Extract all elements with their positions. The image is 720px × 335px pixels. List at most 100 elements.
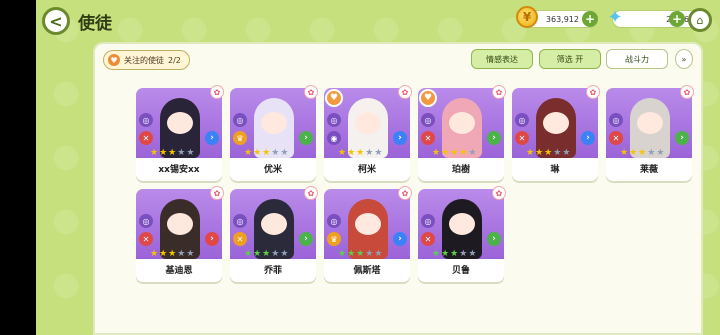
star-icon: ★: [647, 148, 656, 158]
star-icon: ★: [150, 148, 159, 158]
character-name: 优米: [263, 165, 282, 175]
follow-count: 2/2: [168, 55, 181, 65]
gift-icon: ✿: [210, 186, 224, 200]
character-name: 佩斯塔: [353, 266, 381, 276]
star-icon: ★: [432, 148, 441, 158]
gift-icon: ✿: [680, 85, 694, 99]
element-icon: ◎: [609, 113, 623, 127]
character-portrait: ◎ ✕ › ★ ★ ★ ★ ★: [418, 189, 504, 259]
character-face: [637, 112, 663, 134]
add-coin-button[interactable]: +: [582, 11, 598, 27]
character-face: [355, 112, 381, 134]
star-icon: ★: [244, 249, 253, 259]
star-icon: ★: [656, 148, 665, 158]
home-button[interactable]: ⌂: [688, 8, 712, 32]
character-name: 珀樹: [451, 165, 470, 175]
star-icon: ★: [441, 249, 450, 259]
star-rating: ★ ★ ★ ★ ★: [150, 249, 194, 259]
character-portrait: ◎ ✕ › ★ ★ ★ ★ ★: [512, 88, 598, 158]
character-card[interactable]: ◎ ✕ › ★ ★ ★ ★ ★ ✿ 莱薇: [606, 85, 694, 181]
star-icon: ★: [629, 148, 638, 158]
star-icon: ★: [177, 148, 186, 158]
character-name: 贝鲁: [451, 266, 470, 276]
followed-characters-toggle[interactable]: ♥ 关注的使徒 2/2: [103, 50, 190, 70]
star-rating: ★ ★ ★ ★ ★: [244, 148, 288, 158]
star-rating: ★ ★ ★ ★ ★: [432, 148, 476, 158]
star-icon: ★: [280, 249, 289, 259]
star-icon: ★: [620, 148, 629, 158]
sort-power-button[interactable]: 战斗力: [606, 49, 668, 69]
star-icon: ★: [262, 148, 271, 158]
character-portrait: ◎ ✕ › ★ ★ ★ ★ ★: [136, 88, 222, 158]
star-icon: ★: [271, 249, 280, 259]
filter-button[interactable]: 筛选 开: [539, 49, 601, 69]
character-card[interactable]: ◎ ♛ › ★ ★ ★ ★ ★ ✿ 佩斯塔: [324, 186, 412, 282]
character-face: [167, 213, 193, 235]
character-card[interactable]: ◎ ✕ › ★ ★ ★ ★ ★ ✿ ♥ 珀樹: [418, 85, 506, 181]
character-card[interactable]: ◎ ✕ › ★ ★ ★ ★ ★ ✿ 乔菲: [230, 186, 318, 282]
character-card[interactable]: ◎ ✕ › ★ ★ ★ ★ ★ ✿ 贝鲁: [418, 186, 506, 282]
star-icon: ★: [347, 148, 356, 158]
character-portrait: ◎ ✕ › ★ ★ ★ ★ ★: [136, 189, 222, 259]
page-title: 使徒: [78, 14, 112, 34]
character-name: 琳: [550, 165, 560, 175]
star-icon: ★: [450, 148, 459, 158]
character-card[interactable]: ◎ ✕ › ★ ★ ★ ★ ★ ✿ 基迪恩: [136, 186, 224, 282]
star-icon: ★: [347, 249, 356, 259]
star-rating: ★ ★ ★ ★ ★: [620, 148, 664, 158]
character-card[interactable]: ◎ ◉ › ★ ★ ★ ★ ★ ✿ ♥ 柯米: [324, 85, 412, 181]
character-face: [261, 112, 287, 134]
element-icon: ◎: [327, 113, 341, 127]
character-card[interactable]: ◎ ✕ › ★ ★ ★ ★ ★ ✿ xx锡安xx: [136, 85, 224, 181]
type-arrow-icon: ›: [675, 131, 689, 145]
coin-value: 363,912: [545, 14, 579, 24]
character-name: 基迪恩: [165, 266, 193, 276]
star-rating: ★ ★ ★ ★ ★: [526, 148, 570, 158]
element-icon: ◎: [421, 113, 435, 127]
star-icon: ★: [374, 249, 383, 259]
star-icon: ★: [338, 148, 347, 158]
add-gem-button[interactable]: +: [669, 11, 685, 27]
star-icon: ★: [535, 148, 544, 158]
element-icon: ◎: [233, 113, 247, 127]
character-face: [449, 213, 475, 235]
back-button[interactable]: <: [42, 7, 70, 35]
type-arrow-icon: ›: [205, 232, 219, 246]
character-card[interactable]: ◎ ✕ › ★ ★ ★ ★ ★ ✿ 琳: [512, 85, 600, 181]
plus-icon: +: [584, 12, 596, 26]
star-icon: ★: [553, 148, 562, 158]
class-icon: ♛: [327, 232, 341, 246]
game-screen: < 使徒 363,912 ¥ + 2,456 ✦ + ⌂ ♥ 关注的使徒 2/2…: [36, 0, 720, 335]
class-icon: ◉: [327, 131, 341, 145]
favorite-heart-icon: ♥: [419, 89, 437, 107]
character-face: [261, 213, 287, 235]
type-arrow-icon: ›: [581, 131, 595, 145]
class-icon: ✕: [609, 131, 623, 145]
gift-icon: ✿: [492, 186, 506, 200]
star-icon: ★: [186, 148, 195, 158]
emotion-button[interactable]: 情感表达: [471, 49, 533, 69]
character-face: [355, 213, 381, 235]
character-name: 乔菲: [263, 266, 282, 276]
sort-order-button[interactable]: »: [675, 49, 693, 69]
star-icon: ★: [441, 148, 450, 158]
character-portrait: ◎ ♛ › ★ ★ ★ ★ ★: [324, 189, 410, 259]
class-icon: ✕: [139, 232, 153, 246]
type-arrow-icon: ›: [393, 232, 407, 246]
star-icon: ★: [544, 148, 553, 158]
character-card[interactable]: ◎ ♛ › ★ ★ ★ ★ ★ ✿ 优米: [230, 85, 318, 181]
star-icon: ★: [365, 148, 374, 158]
element-icon: ◎: [139, 113, 153, 127]
star-icon: ★: [638, 148, 647, 158]
star-icon: ★: [459, 249, 468, 259]
character-name: 莱薇: [639, 165, 658, 175]
character-panel: ♥ 关注的使徒 2/2 情感表达 筛选 开 战斗力 » ◎ ✕ › ★ ★ ★ ★ ★ ✿ xx锡…: [93, 42, 703, 335]
star-icon: ★: [526, 148, 535, 158]
star-icon: ★: [468, 249, 477, 259]
class-icon: ✕: [139, 131, 153, 145]
gift-icon: ✿: [398, 186, 412, 200]
gift-icon: ✿: [210, 85, 224, 99]
element-icon: ◎: [421, 214, 435, 228]
star-rating: ★ ★ ★ ★ ★: [338, 148, 382, 158]
class-icon: ✕: [421, 232, 435, 246]
